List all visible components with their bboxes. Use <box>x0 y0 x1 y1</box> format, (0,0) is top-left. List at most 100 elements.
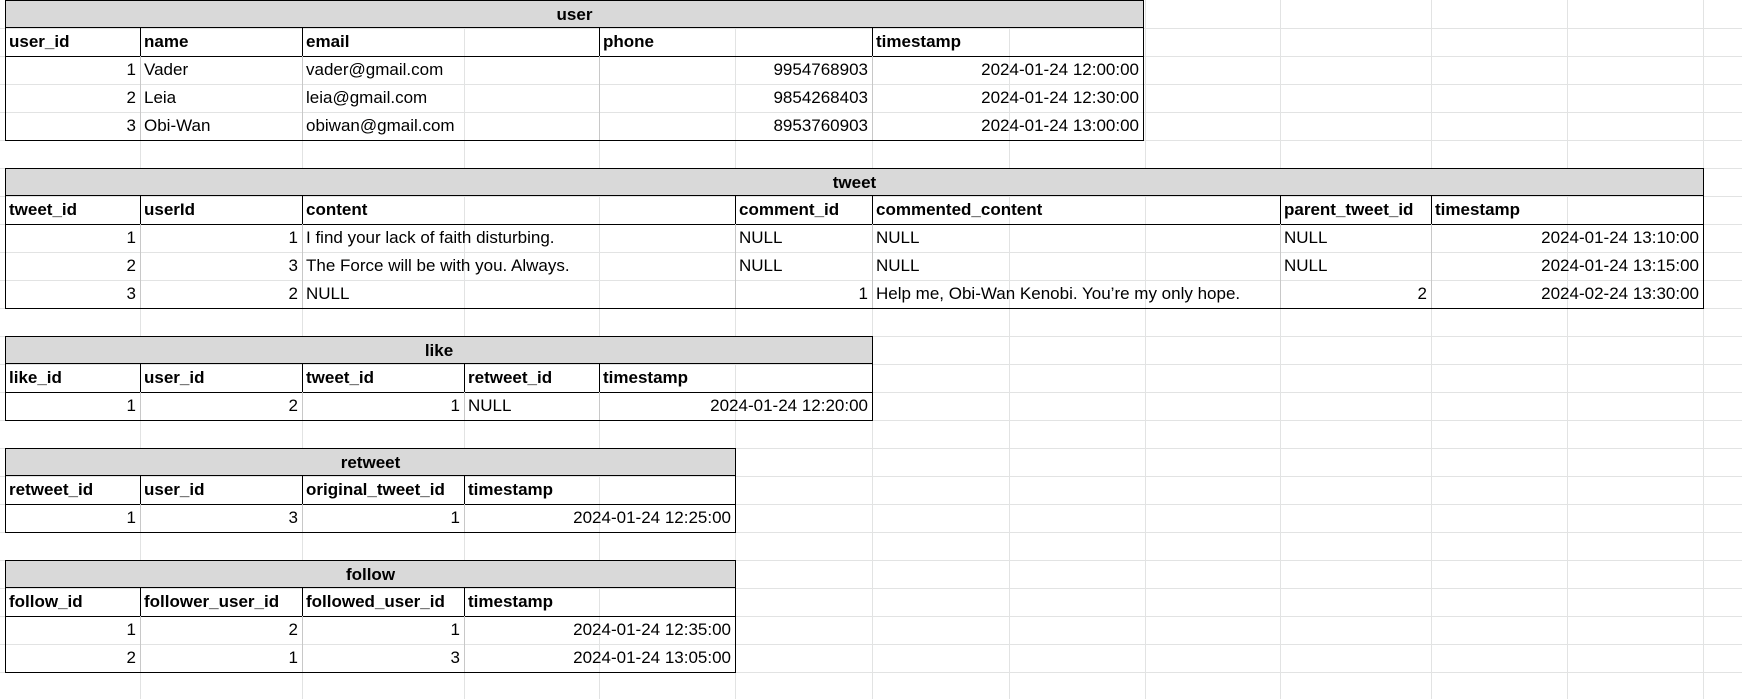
column-header-commented-content[interactable]: commented_content <box>872 196 1280 224</box>
cell-column-divider <box>140 224 141 308</box>
table-cell[interactable]: NULL <box>464 392 599 420</box>
header-column-divider <box>464 476 465 504</box>
table-cell[interactable]: 2024-01-24 12:20:00 <box>599 392 872 420</box>
table-title-retweet[interactable]: retweet <box>5 448 736 476</box>
table-cell[interactable]: 2 <box>140 392 302 420</box>
column-header-userid[interactable]: userId <box>140 196 302 224</box>
header-column-divider <box>140 364 141 392</box>
table-cell[interactable]: 3 <box>5 280 140 308</box>
cell-column-divider <box>599 56 600 140</box>
table-cell[interactable]: NULL <box>735 224 872 252</box>
column-header-user-id[interactable]: user_id <box>5 28 140 56</box>
table-cell[interactable]: 9954768903 <box>599 56 872 84</box>
table-cell[interactable]: 2 <box>5 252 140 280</box>
gridline-column <box>1280 0 1281 699</box>
column-header-timestamp[interactable]: timestamp <box>464 588 735 616</box>
table-cell[interactable]: NULL <box>735 252 872 280</box>
table-cell[interactable]: 2024-01-24 12:00:00 <box>872 56 1143 84</box>
table-cell[interactable]: 1 <box>5 224 140 252</box>
column-header-timestamp[interactable]: timestamp <box>599 364 872 392</box>
column-header-retweet-id[interactable]: retweet_id <box>464 364 599 392</box>
column-header-email[interactable]: email <box>302 28 599 56</box>
table-cell[interactable]: 1 <box>5 616 140 644</box>
table-cell[interactable]: 2024-01-24 12:35:00 <box>464 616 735 644</box>
table-title-user[interactable]: user <box>5 0 1144 28</box>
table-cell[interactable]: 1 <box>302 504 464 532</box>
column-header-retweet-id[interactable]: retweet_id <box>5 476 140 504</box>
table-cell[interactable]: 1 <box>735 280 872 308</box>
table-cell[interactable]: 2 <box>5 84 140 112</box>
table-cell[interactable]: 2024-02-24 13:30:00 <box>1431 280 1703 308</box>
column-header-parent-tweet-id[interactable]: parent_tweet_id <box>1280 196 1431 224</box>
column-header-timestamp[interactable]: timestamp <box>1431 196 1703 224</box>
gridline-row <box>0 532 1742 533</box>
header-column-divider <box>302 476 303 504</box>
table-cell[interactable]: 1 <box>140 644 302 672</box>
table-cell[interactable]: 2024-01-24 12:30:00 <box>872 84 1143 112</box>
table-cell[interactable]: 3 <box>140 504 302 532</box>
table-cell[interactable]: leia@gmail.com <box>302 84 599 112</box>
table-cell[interactable]: 3 <box>5 112 140 140</box>
table-cell[interactable]: 1 <box>5 56 140 84</box>
column-header-tweet-id[interactable]: tweet_id <box>5 196 140 224</box>
column-header-name[interactable]: name <box>140 28 302 56</box>
spreadsheet-grid[interactable]: user user_id name email phone timestamp 1 Vader… <box>0 0 1742 699</box>
table-cell[interactable]: Vader <box>140 56 302 84</box>
column-header-user-id[interactable]: user_id <box>140 364 302 392</box>
table-cell[interactable]: 2 <box>140 616 302 644</box>
table-cell[interactable]: 3 <box>140 252 302 280</box>
table-cell[interactable]: The Force will be with you. Always. <box>302 252 735 280</box>
column-header-timestamp[interactable]: timestamp <box>464 476 735 504</box>
table-cell[interactable]: 2 <box>1280 280 1431 308</box>
column-header-followed-user-id[interactable]: followed_user_id <box>302 588 464 616</box>
table-cell[interactable]: 1 <box>5 504 140 532</box>
header-column-divider <box>872 196 873 224</box>
table-cell[interactable]: Leia <box>140 84 302 112</box>
column-header-follow-id[interactable]: follow_id <box>5 588 140 616</box>
column-header-user-id[interactable]: user_id <box>140 476 302 504</box>
table-title-follow[interactable]: follow <box>5 560 736 588</box>
column-header-content[interactable]: content <box>302 196 735 224</box>
table-cell[interactable]: 2024-01-24 13:15:00 <box>1431 252 1703 280</box>
table-cell[interactable]: Help me, Obi-Wan Kenobi. You’re my only … <box>872 280 1280 308</box>
column-header-follower-user-id[interactable]: follower_user_id <box>140 588 302 616</box>
table-title-like[interactable]: like <box>5 336 873 364</box>
gridline-row <box>0 672 1742 673</box>
header-column-divider <box>302 196 303 224</box>
table-cell[interactable]: 2 <box>5 644 140 672</box>
table-cell[interactable]: 8953760903 <box>599 112 872 140</box>
table-cell[interactable]: obiwan@gmail.com <box>302 112 599 140</box>
table-cell[interactable]: 1 <box>140 224 302 252</box>
table-cell[interactable]: 1 <box>302 616 464 644</box>
table-cell[interactable]: 2024-01-24 13:10:00 <box>1431 224 1703 252</box>
table-cell[interactable]: NULL <box>302 280 735 308</box>
table-cell[interactable]: 1 <box>302 392 464 420</box>
table-cell[interactable]: NULL <box>1280 224 1431 252</box>
column-header-phone[interactable]: phone <box>599 28 872 56</box>
table-cell[interactable]: Obi-Wan <box>140 112 302 140</box>
table-cell[interactable]: 2 <box>140 280 302 308</box>
table-title-tweet[interactable]: tweet <box>5 168 1704 196</box>
header-column-divider <box>464 588 465 616</box>
table-cell[interactable]: 2024-01-24 13:05:00 <box>464 644 735 672</box>
table-cell[interactable]: NULL <box>872 224 1280 252</box>
table-cell[interactable]: vader@gmail.com <box>302 56 599 84</box>
cell-column-divider <box>302 616 303 672</box>
table-cell[interactable]: 1 <box>5 392 140 420</box>
header-column-divider <box>1280 196 1281 224</box>
column-header-comment-id[interactable]: comment_id <box>735 196 872 224</box>
table-cell[interactable]: 2024-01-24 13:00:00 <box>872 112 1143 140</box>
column-header-timestamp[interactable]: timestamp <box>872 28 1143 56</box>
table-cell[interactable]: 2024-01-24 12:25:00 <box>464 504 735 532</box>
table-cell[interactable]: NULL <box>872 252 1280 280</box>
column-header-like-id[interactable]: like_id <box>5 364 140 392</box>
header-column-divider <box>302 588 303 616</box>
table-cell[interactable]: 3 <box>302 644 464 672</box>
table-cell[interactable]: NULL <box>1280 252 1431 280</box>
cell-column-divider <box>140 504 141 532</box>
column-header-original-tweet-id[interactable]: original_tweet_id <box>302 476 464 504</box>
column-header-tweet-id[interactable]: tweet_id <box>302 364 464 392</box>
table-cell[interactable]: I find your lack of faith disturbing. <box>302 224 735 252</box>
cell-column-divider <box>1280 224 1281 308</box>
table-cell[interactable]: 9854268403 <box>599 84 872 112</box>
